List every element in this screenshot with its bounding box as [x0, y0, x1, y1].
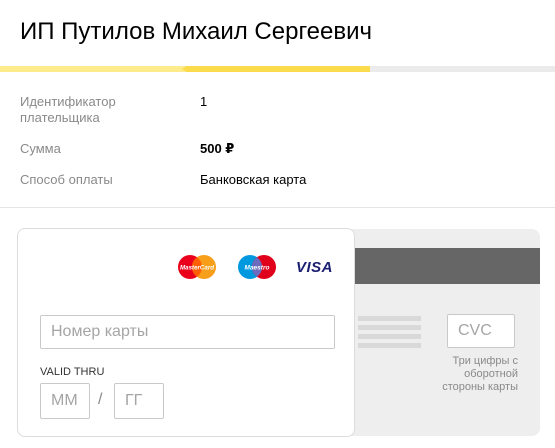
info-label: Идентификатор плательщика: [20, 94, 116, 125]
signature-line: [358, 334, 421, 339]
info-label: Способ оплаты: [20, 172, 113, 187]
progress-step-2: [182, 66, 370, 72]
divider: [0, 207, 555, 208]
info-value: 1: [200, 94, 208, 109]
expiry-month-input[interactable]: [40, 383, 90, 419]
progress-bar: [0, 66, 555, 72]
card-back: Три цифры с оборотной стороны карты: [330, 229, 540, 436]
maestro-logo-text: Maestro: [245, 265, 270, 272]
info-value: 500 ₽: [200, 141, 235, 156]
card-number-input[interactable]: [40, 315, 335, 349]
magnetic-stripe: [330, 248, 540, 284]
signature-line: [358, 325, 421, 330]
card-front: MasterCard Maestro VISA VALID THRU /: [17, 228, 355, 437]
maestro-logo: Maestro: [238, 255, 276, 279]
info-label: Сумма: [20, 141, 61, 156]
expiry-year-input[interactable]: [114, 383, 164, 419]
info-value: Банковская карта: [200, 172, 307, 187]
cvc-hint: Три цифры с оборотной стороны карты: [442, 355, 518, 393]
signature-line: [358, 343, 421, 348]
page-title: ИП Путилов Михаил Сергеевич: [20, 18, 373, 45]
progress-step-1: [0, 66, 188, 72]
visa-logo: VISA: [296, 259, 334, 276]
mastercard-logo-text: MasterCard: [180, 265, 214, 272]
mastercard-logo: MasterCard: [178, 255, 216, 279]
valid-thru-label: VALID THRU: [40, 366, 105, 378]
cvc-input[interactable]: [447, 314, 515, 348]
signature-line: [358, 316, 421, 321]
expiry-separator: /: [98, 391, 103, 408]
